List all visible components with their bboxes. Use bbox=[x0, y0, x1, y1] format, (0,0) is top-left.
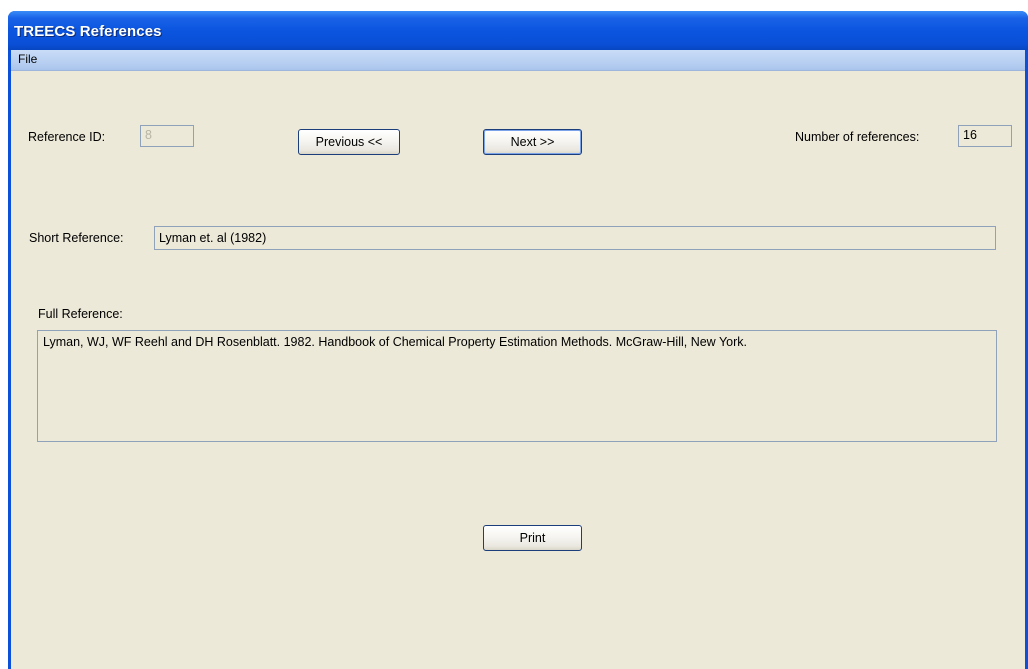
short-reference-label: Short Reference: bbox=[29, 231, 124, 245]
previous-button[interactable]: Previous << bbox=[298, 129, 400, 155]
short-reference-field[interactable]: Lyman et. al (1982) bbox=[154, 226, 996, 250]
print-button[interactable]: Print bbox=[483, 525, 582, 551]
window-client-area: File Reference ID: 8 Previous << Next >>… bbox=[11, 50, 1025, 669]
menu-bar: File bbox=[11, 50, 1025, 71]
window-title: TREECS References bbox=[14, 23, 162, 40]
reference-id-label: Reference ID: bbox=[28, 130, 106, 144]
title-bar[interactable]: TREECS References bbox=[8, 11, 1028, 50]
number-of-references-label: Number of references: bbox=[795, 130, 920, 144]
full-reference-textarea[interactable]: Lyman, WJ, WF Reehl and DH Rosenblatt. 1… bbox=[37, 330, 997, 442]
menu-file[interactable]: File bbox=[15, 52, 40, 67]
full-reference-label: Full Reference: bbox=[38, 307, 123, 321]
reference-id-field[interactable]: 8 bbox=[140, 125, 194, 147]
number-of-references-field[interactable]: 16 bbox=[958, 125, 1012, 147]
references-window: TREECS References File Reference ID: 8 P… bbox=[8, 11, 1028, 669]
next-button[interactable]: Next >> bbox=[483, 129, 582, 155]
